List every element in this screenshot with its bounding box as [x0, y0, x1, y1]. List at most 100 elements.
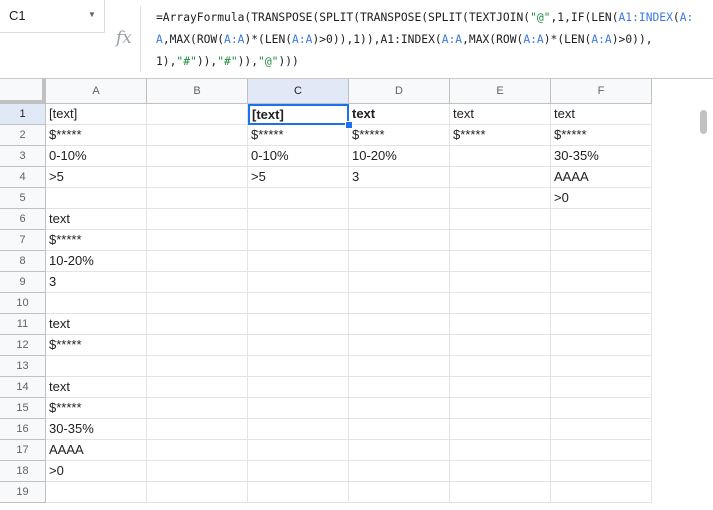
row-header-18[interactable]: 18	[0, 461, 46, 482]
cell-f18[interactable]	[551, 461, 652, 482]
cell-b5[interactable]	[147, 188, 248, 209]
cell-d18[interactable]	[349, 461, 450, 482]
cell-e11[interactable]	[450, 314, 551, 335]
cell-c1[interactable]: [text]	[248, 104, 349, 125]
column-header-e[interactable]: E	[450, 79, 551, 104]
cell-d2[interactable]: $*****	[349, 125, 450, 146]
row-header-1[interactable]: 1	[0, 104, 46, 125]
cell-b1[interactable]	[147, 104, 248, 125]
cell-c12[interactable]	[248, 335, 349, 356]
name-box[interactable]: C1 ▼	[0, 0, 105, 33]
cell-d14[interactable]	[349, 377, 450, 398]
cell-b6[interactable]	[147, 209, 248, 230]
cell-b15[interactable]	[147, 398, 248, 419]
column-header-c[interactable]: C	[248, 79, 349, 104]
row-header-12[interactable]: 12	[0, 335, 46, 356]
cell-e10[interactable]	[450, 293, 551, 314]
cell-e12[interactable]	[450, 335, 551, 356]
cell-d19[interactable]	[349, 482, 450, 503]
cell-f14[interactable]	[551, 377, 652, 398]
cell-b10[interactable]	[147, 293, 248, 314]
cell-a4[interactable]: >5	[46, 167, 147, 188]
cell-e19[interactable]	[450, 482, 551, 503]
cell-d9[interactable]	[349, 272, 450, 293]
row-header-7[interactable]: 7	[0, 230, 46, 251]
cell-f11[interactable]	[551, 314, 652, 335]
cell-e1[interactable]: text	[450, 104, 551, 125]
cell-a15[interactable]: $*****	[46, 398, 147, 419]
cell-b14[interactable]	[147, 377, 248, 398]
cell-b19[interactable]	[147, 482, 248, 503]
cell-a2[interactable]: $*****	[46, 125, 147, 146]
cell-c11[interactable]	[248, 314, 349, 335]
cell-a9[interactable]: 3	[46, 272, 147, 293]
row-header-6[interactable]: 6	[0, 209, 46, 230]
cell-d3[interactable]: 10-20%	[349, 146, 450, 167]
scrollbar-thumb[interactable]	[700, 110, 707, 134]
chevron-down-icon[interactable]: ▼	[88, 10, 96, 19]
row-header-10[interactable]: 10	[0, 293, 46, 314]
cell-e15[interactable]	[450, 398, 551, 419]
cell-c18[interactable]	[248, 461, 349, 482]
cell-e14[interactable]	[450, 377, 551, 398]
cell-e6[interactable]	[450, 209, 551, 230]
cell-a3[interactable]: 0-10%	[46, 146, 147, 167]
cell-e18[interactable]	[450, 461, 551, 482]
cell-a13[interactable]	[46, 356, 147, 377]
cell-c15[interactable]	[248, 398, 349, 419]
cell-f4[interactable]: AAAA	[551, 167, 652, 188]
row-header-8[interactable]: 8	[0, 251, 46, 272]
column-header-b[interactable]: B	[147, 79, 248, 104]
cell-c16[interactable]	[248, 419, 349, 440]
cell-e2[interactable]: $*****	[450, 125, 551, 146]
cell-f15[interactable]	[551, 398, 652, 419]
cell-c7[interactable]	[248, 230, 349, 251]
row-header-3[interactable]: 3	[0, 146, 46, 167]
cell-b18[interactable]	[147, 461, 248, 482]
cell-f8[interactable]	[551, 251, 652, 272]
cell-e5[interactable]	[450, 188, 551, 209]
cell-a17[interactable]: AAAA	[46, 440, 147, 461]
cell-c19[interactable]	[248, 482, 349, 503]
cell-a14[interactable]: text	[46, 377, 147, 398]
row-header-9[interactable]: 9	[0, 272, 46, 293]
cell-b2[interactable]	[147, 125, 248, 146]
cell-c8[interactable]	[248, 251, 349, 272]
cell-a16[interactable]: 30-35%	[46, 419, 147, 440]
cell-f12[interactable]	[551, 335, 652, 356]
cell-c9[interactable]	[248, 272, 349, 293]
column-header-a[interactable]: A	[46, 79, 147, 104]
row-header-15[interactable]: 15	[0, 398, 46, 419]
cell-c3[interactable]: 0-10%	[248, 146, 349, 167]
cell-f1[interactable]: text	[551, 104, 652, 125]
cell-e4[interactable]	[450, 167, 551, 188]
cell-b3[interactable]	[147, 146, 248, 167]
cell-f16[interactable]	[551, 419, 652, 440]
cell-a10[interactable]	[46, 293, 147, 314]
column-header-f[interactable]: F	[551, 79, 652, 104]
cell-a12[interactable]: $*****	[46, 335, 147, 356]
cell-c6[interactable]	[248, 209, 349, 230]
row-header-4[interactable]: 4	[0, 167, 46, 188]
cell-c5[interactable]	[248, 188, 349, 209]
cell-e8[interactable]	[450, 251, 551, 272]
cell-e3[interactable]	[450, 146, 551, 167]
cell-d4[interactable]: 3	[349, 167, 450, 188]
cell-b16[interactable]	[147, 419, 248, 440]
fill-handle[interactable]	[345, 121, 353, 129]
cell-c10[interactable]	[248, 293, 349, 314]
column-header-d[interactable]: D	[349, 79, 450, 104]
cell-e7[interactable]	[450, 230, 551, 251]
cell-f2[interactable]: $*****	[551, 125, 652, 146]
cell-f10[interactable]	[551, 293, 652, 314]
cell-b8[interactable]	[147, 251, 248, 272]
cell-a5[interactable]	[46, 188, 147, 209]
cell-b11[interactable]	[147, 314, 248, 335]
cell-f17[interactable]	[551, 440, 652, 461]
cell-e16[interactable]	[450, 419, 551, 440]
cell-e13[interactable]	[450, 356, 551, 377]
cell-f13[interactable]	[551, 356, 652, 377]
row-header-14[interactable]: 14	[0, 377, 46, 398]
row-header-16[interactable]: 16	[0, 419, 46, 440]
cell-a18[interactable]: >0	[46, 461, 147, 482]
